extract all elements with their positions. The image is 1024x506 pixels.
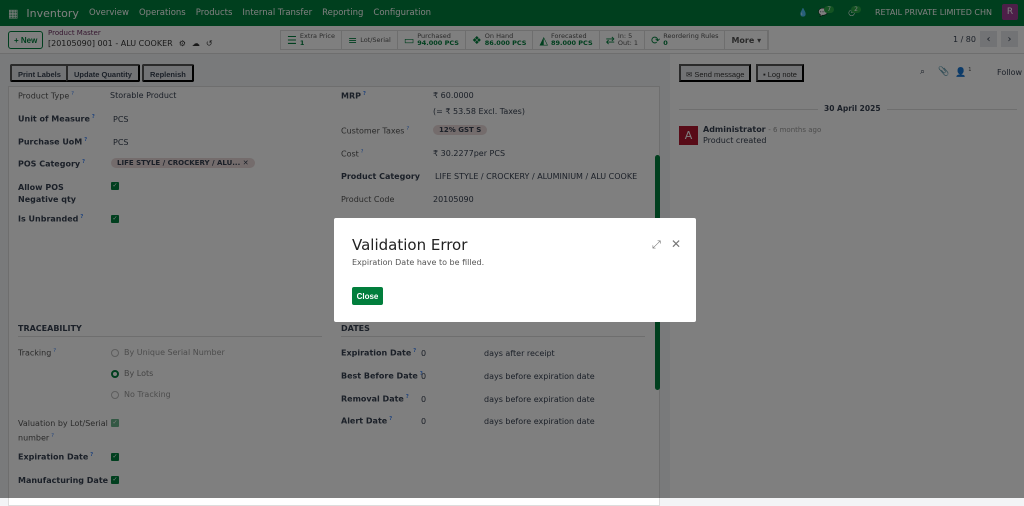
close-button[interactable]: Close xyxy=(352,287,383,305)
dialog-message: Expiration Date have to be filled. xyxy=(352,258,485,267)
validation-error-dialog: Validation Error ⤢ ✕ Expiration Date hav… xyxy=(334,218,696,322)
close-icon[interactable]: ✕ xyxy=(671,237,681,251)
dialog-title: Validation Error xyxy=(352,236,468,254)
expand-icon[interactable]: ⤢ xyxy=(652,238,661,252)
